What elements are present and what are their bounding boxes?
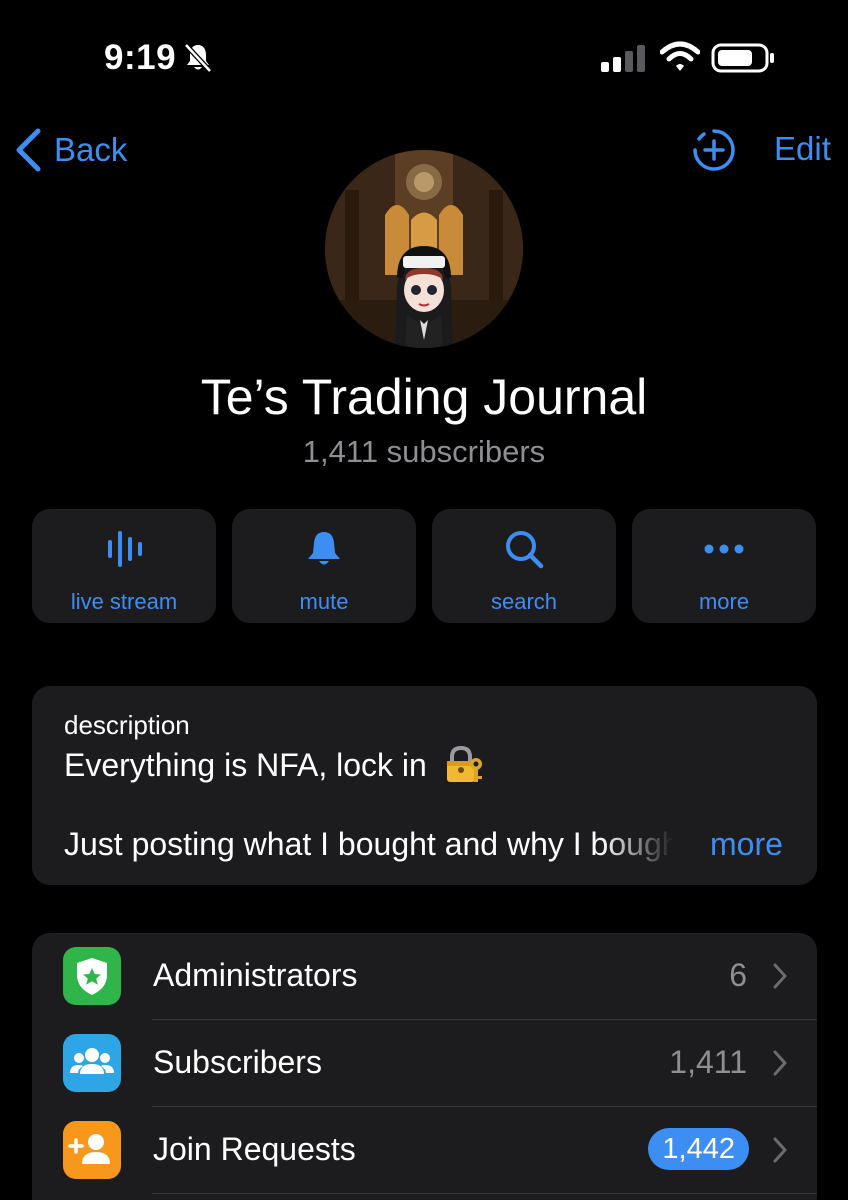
chevron-right-icon <box>773 1137 787 1163</box>
channel-avatar[interactable] <box>325 150 523 348</box>
subscriber-count: 1,411 subscribers <box>302 434 546 469</box>
channel-title: Te’s Trading Journal <box>200 369 648 425</box>
back-label: Back <box>54 131 128 168</box>
edit-button[interactable]: Edit <box>774 130 831 168</box>
administrators-row[interactable]: Administrators 6 <box>32 933 817 1020</box>
more-button[interactable]: more <box>632 509 816 623</box>
battery-icon <box>711 43 774 73</box>
row-divider <box>152 1193 817 1194</box>
shield-star-icon <box>63 947 121 1005</box>
lock-with-key-icon <box>446 746 482 782</box>
people-icon <box>63 1034 121 1092</box>
description-text-2: Just posting what I bought and why I bou… <box>64 826 674 862</box>
mute-button[interactable]: mute <box>232 509 416 623</box>
description-more-link[interactable]: more <box>710 826 783 863</box>
bell-slash-icon <box>184 43 212 73</box>
avatar-image <box>325 150 523 348</box>
chevron-right-icon <box>773 1050 787 1076</box>
subscribers-label: Subscribers <box>153 1044 322 1080</box>
administrators-count: 6 <box>729 957 747 993</box>
search-label: search <box>490 589 558 614</box>
join-requests-badge: 1,442 <box>648 1128 749 1170</box>
join-requests-label: Join Requests <box>153 1131 356 1167</box>
cellular-signal-icon <box>601 45 645 72</box>
back-button[interactable]: Back <box>14 126 127 174</box>
live-stream-button[interactable]: live stream <box>32 509 216 623</box>
status-bar: 9:19 <box>0 0 848 110</box>
subscribers-count: 1,411 <box>669 1044 747 1080</box>
waveform-icon <box>108 531 142 567</box>
live-stream-label: live stream <box>70 589 178 614</box>
more-label: more <box>698 589 750 614</box>
description-text-1: Everything is NFA, lock in <box>64 747 427 783</box>
status-time: 9:19 <box>104 38 177 77</box>
magnifier-icon <box>506 531 544 569</box>
mute-label: mute <box>299 589 349 614</box>
channel-settings-list: Administrators 6 Subscribers 1,411 Join … <box>32 933 817 1200</box>
bell-icon <box>308 532 340 565</box>
add-story-icon[interactable] <box>692 128 736 172</box>
person-add-icon <box>63 1121 121 1179</box>
description-label: description <box>64 710 190 740</box>
join-requests-row[interactable]: Join Requests 1,442 <box>32 1107 817 1194</box>
wifi-icon <box>660 41 700 71</box>
search-button[interactable]: search <box>432 509 616 623</box>
subscribers-row[interactable]: Subscribers 1,411 <box>32 1020 817 1107</box>
ellipsis-icon <box>704 544 744 554</box>
administrators-label: Administrators <box>153 957 358 993</box>
channel-info-screen: 9:19 Back Edit Te’s Trading Journal 1,41… <box>0 0 848 1200</box>
chevron-left-icon <box>16 128 41 172</box>
description-line-1: Everything is NFA, lock in <box>64 746 484 784</box>
action-bar: live stream mute search more <box>32 509 817 623</box>
chevron-right-icon <box>773 963 787 989</box>
description-card: description Everything is NFA, lock in J… <box>32 686 817 885</box>
